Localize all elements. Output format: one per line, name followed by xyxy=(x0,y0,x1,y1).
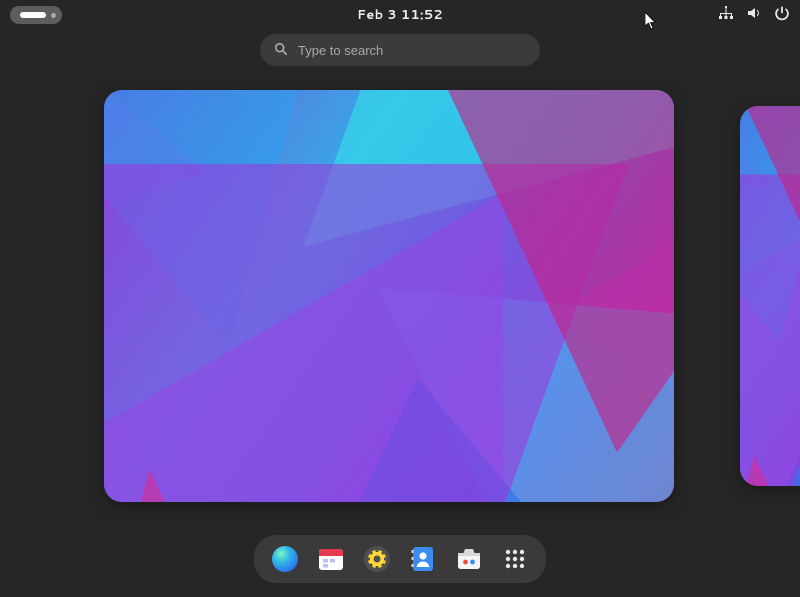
dock-app-grid[interactable] xyxy=(500,544,530,574)
workspace-1[interactable] xyxy=(104,90,674,502)
desktop-wallpaper xyxy=(104,90,674,502)
desktop-wallpaper xyxy=(740,106,800,486)
activities-button[interactable] xyxy=(10,6,62,24)
workspace-overview xyxy=(0,90,800,510)
dock-app-settings[interactable] xyxy=(362,544,392,574)
workspace-2[interactable] xyxy=(740,106,800,486)
system-tray[interactable] xyxy=(718,5,790,26)
dock-app-contacts[interactable] xyxy=(408,544,438,574)
dock-app-web-browser[interactable] xyxy=(270,544,300,574)
search-bar[interactable] xyxy=(260,34,540,66)
dock xyxy=(254,535,546,583)
top-bar: Feb 3 11:52 xyxy=(0,4,800,26)
search-icon xyxy=(274,39,288,62)
volume-icon[interactable] xyxy=(746,5,762,26)
dock-app-software[interactable] xyxy=(454,544,484,574)
power-icon[interactable] xyxy=(774,5,790,26)
dock-app-calendar[interactable] xyxy=(316,544,346,574)
search-input[interactable] xyxy=(298,43,526,58)
clock[interactable]: Feb 3 11:52 xyxy=(357,6,443,24)
network-icon[interactable] xyxy=(718,5,734,26)
